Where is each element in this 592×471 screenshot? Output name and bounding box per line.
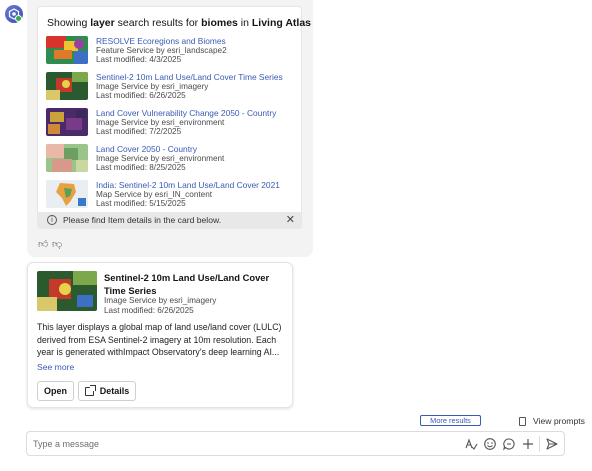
result-thumbnail: [46, 108, 88, 136]
emoji-icon[interactable]: [483, 437, 497, 451]
result-type: Feature Service by esri_landscape2: [96, 46, 227, 55]
result-modified: Last modified: 4/3/2025: [96, 55, 182, 64]
result-modified: Last modified: 8/25/2025: [96, 163, 186, 172]
external-link-icon: [84, 384, 96, 396]
result-item[interactable]: RESOLVE Ecoregions and Biomes Feature Se…: [46, 36, 296, 66]
info-icon: i: [47, 215, 57, 225]
open-label: Open: [43, 386, 67, 396]
composer-divider: [539, 436, 540, 452]
result-title-link[interactable]: Land Cover 2050 - Country: [96, 144, 197, 154]
result-title-link[interactable]: India: Sentinel-2 10m Land Use/Land Cove…: [96, 180, 280, 190]
result-modified: Last modified: 5/15/2025: [96, 199, 186, 208]
item-type: Image Service by esri_imagery: [104, 296, 217, 305]
send-icon[interactable]: [545, 437, 559, 451]
chat-icon[interactable]: [502, 437, 516, 451]
details-label: Details: [99, 386, 130, 396]
prompts-icon: [519, 416, 526, 426]
message-input[interactable]: [33, 436, 453, 452]
item-details-notice: i Please find Item details in the card b…: [38, 212, 301, 229]
result-item[interactable]: Land Cover 2050 - Country Image Service …: [46, 144, 296, 174]
result-type: Image Service by esri_imagery: [96, 82, 209, 91]
more-results-button[interactable]: More results: [420, 415, 481, 426]
result-title-link[interactable]: RESOLVE Ecoregions and Biomes: [96, 36, 226, 46]
item-thumbnail: [37, 271, 97, 311]
result-thumbnail: [46, 72, 88, 100]
result-type: Image Service by esri_environment: [96, 118, 225, 127]
message-composer: [26, 431, 565, 456]
result-type: Image Service by esri_environment: [96, 154, 225, 163]
result-item[interactable]: India: Sentinel-2 10m Land Use/Land Cove…: [46, 180, 296, 210]
details-button[interactable]: Details: [78, 381, 136, 401]
add-icon[interactable]: [521, 437, 535, 451]
close-icon[interactable]: ✕: [286, 213, 295, 226]
item-details-card: Sentinel-2 10m Land Use/Land Cover Time …: [27, 262, 293, 408]
result-type: Map Service by esri_IN_content: [96, 190, 213, 199]
see-more-link[interactable]: See more: [37, 362, 74, 372]
result-item[interactable]: Sentinel-2 10m Land Use/Land Cover Time …: [46, 72, 296, 102]
notice-text: Please find Item details in the card bel…: [63, 215, 222, 225]
item-title: Sentinel-2 10m Land Use/Land Cover Time …: [104, 272, 270, 296]
item-modified: Last modified: 6/26/2025: [104, 306, 194, 315]
assistant-message: Showing layer search results for biomes …: [27, 0, 313, 257]
open-button[interactable]: Open: [37, 381, 74, 401]
result-title-link[interactable]: Sentinel-2 10m Land Use/Land Cover Time …: [96, 72, 283, 82]
search-results-card: Showing layer search results for biomes …: [37, 6, 311, 229]
result-modified: Last modified: 7/2/2025: [96, 127, 182, 136]
result-title-link[interactable]: Land Cover Vulnerability Change 2050 - C…: [96, 108, 276, 118]
result-modified: Last modified: 6/26/2025: [96, 91, 186, 100]
thumbs-down-icon[interactable]: 👎︎: [52, 238, 62, 250]
results-heading: Showing layer search results for biomes …: [47, 17, 312, 29]
spellcheck-icon[interactable]: [464, 437, 478, 451]
view-prompts-button[interactable]: View prompts: [519, 416, 585, 426]
result-thumbnail: [46, 36, 88, 64]
result-thumbnail: [46, 180, 88, 208]
item-description: This layer displays a global map of land…: [37, 322, 282, 357]
online-status-dot: [15, 15, 22, 22]
view-prompts-label: View prompts: [533, 416, 585, 426]
result-item[interactable]: Land Cover Vulnerability Change 2050 - C…: [46, 108, 296, 138]
thumbs-up-icon[interactable]: 👍︎: [38, 238, 48, 250]
result-thumbnail: [46, 144, 88, 172]
